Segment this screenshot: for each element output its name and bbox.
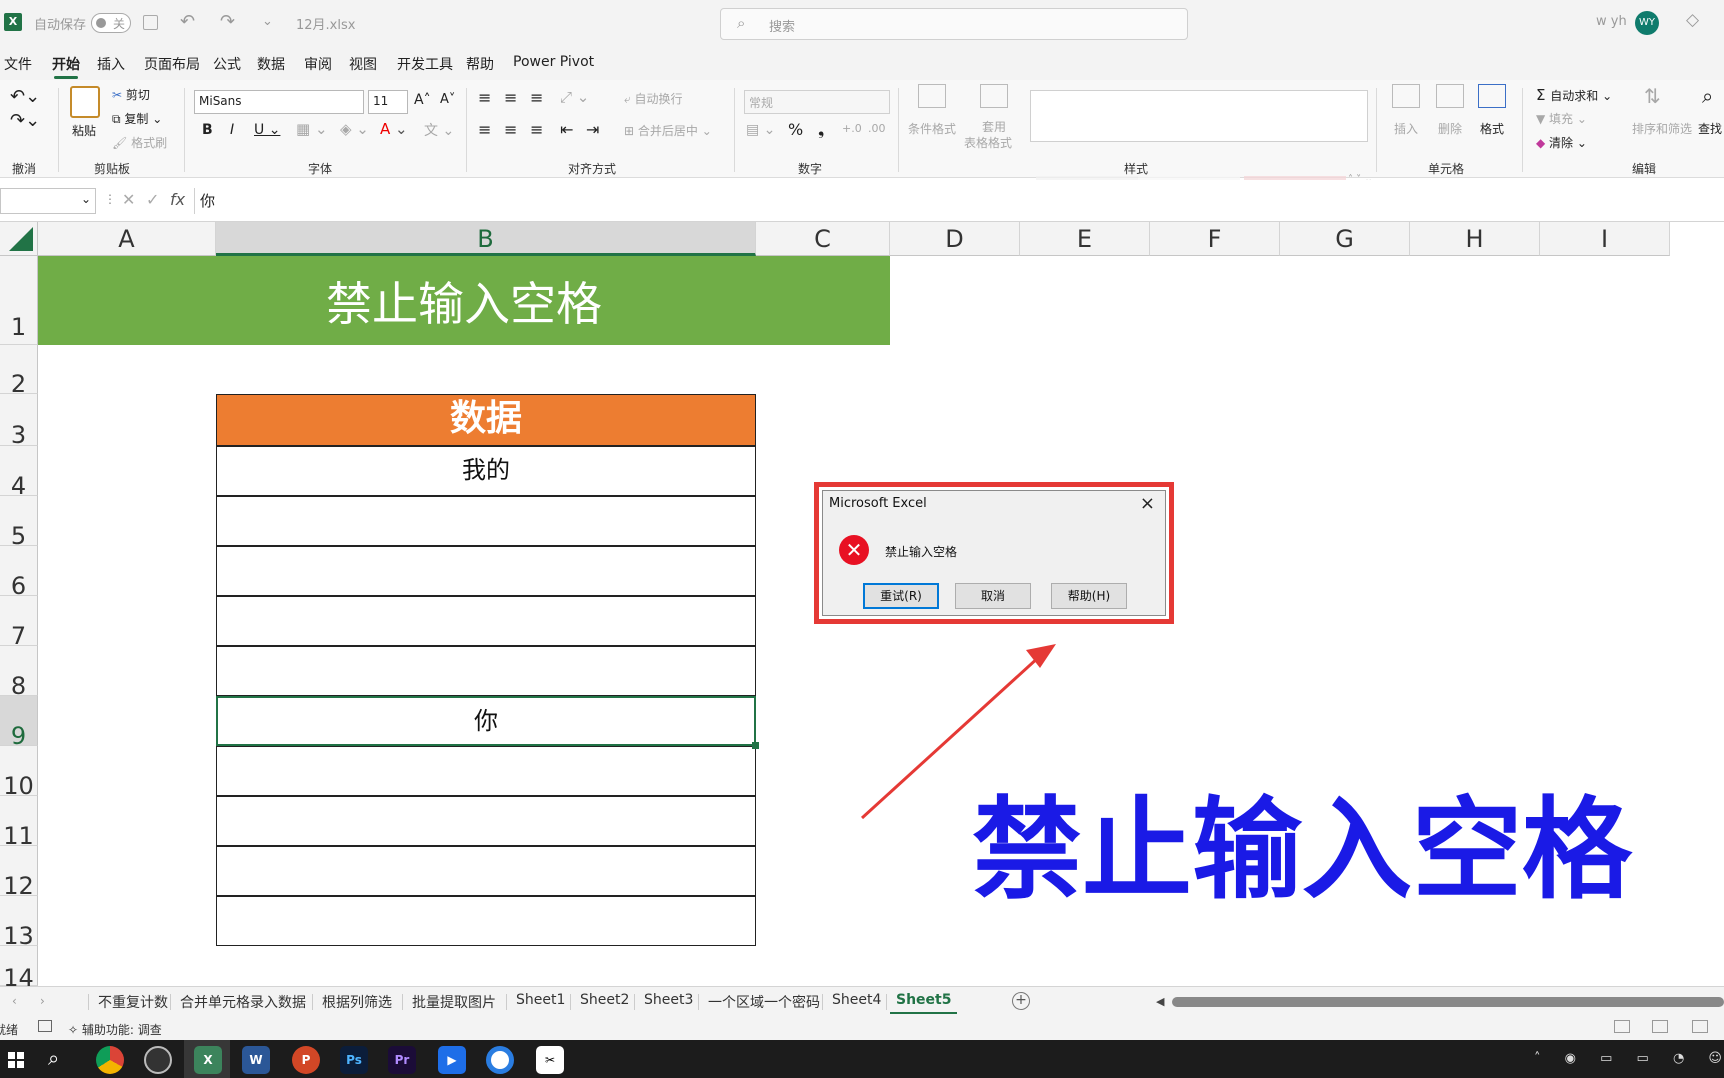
- sheet-tab[interactable]: Sheet4: [832, 992, 881, 1008]
- excel-window: X 自动保存 关 ↶ ↷ ⌄ 12月.xlsx ⌕ 搜索 w yh WY ◇ 文…: [0, 0, 1724, 1078]
- sheet-tab[interactable]: 根据列筛选: [322, 992, 392, 1012]
- dialog-title: Microsoft Excel: [829, 496, 927, 511]
- tab-divider: [822, 994, 823, 1010]
- screen-recorder-icon[interactable]: ▶: [438, 1046, 466, 1074]
- annotation-text: 禁止输入空格: [972, 786, 1632, 914]
- tab-next-icon[interactable]: ›: [40, 994, 45, 1008]
- chrome-icon[interactable]: [96, 1046, 124, 1074]
- macro-record-icon[interactable]: [38, 1020, 52, 1032]
- tab-prev-icon[interactable]: ‹: [12, 994, 17, 1008]
- error-icon: ✕: [839, 535, 869, 565]
- normal-view-icon[interactable]: [1614, 1020, 1630, 1033]
- premiere-icon[interactable]: Pr: [388, 1046, 416, 1074]
- status-ready: 就绪: [0, 1023, 18, 1037]
- word-icon[interactable]: W: [242, 1046, 270, 1074]
- tab-divider: [170, 994, 171, 1010]
- dialog-button[interactable]: 重试(R): [863, 583, 939, 609]
- sheet-tab[interactable]: Sheet3: [644, 992, 693, 1008]
- accessibility-icon: ✧: [68, 1023, 82, 1037]
- windows-start-icon[interactable]: [8, 1052, 24, 1068]
- add-sheet-icon[interactable]: +: [1012, 992, 1030, 1010]
- error-dialog: Microsoft Excel × ✕ 禁止输入空格 重试(R) 取消 帮助(H): [822, 490, 1166, 616]
- tray-icons: ˄ ◉ ▭ ▭ ◔ ☺ ● ◐: [1534, 1051, 1724, 1066]
- accessibility-status[interactable]: ✧ 辅助功能: 调查: [68, 1021, 162, 1038]
- page-break-icon[interactable]: [1692, 1020, 1708, 1033]
- capcut-icon[interactable]: ✂: [536, 1046, 564, 1074]
- photoshop-icon[interactable]: Ps: [340, 1046, 368, 1074]
- tab-divider: [570, 994, 571, 1010]
- accessibility-label: 辅助功能: 调查: [81, 1023, 162, 1037]
- sheet-tab[interactable]: 合并单元格录入数据: [180, 992, 306, 1012]
- scroll-left-icon[interactable]: ◀: [1156, 995, 1164, 1008]
- sheet-tab[interactable]: 一个区域一个密码: [708, 992, 820, 1012]
- tab-divider: [88, 994, 89, 1010]
- tab-divider: [634, 994, 635, 1010]
- tab-divider: [886, 994, 887, 1010]
- dialog-button[interactable]: 取消: [955, 583, 1031, 609]
- horizontal-scrollbar[interactable]: [1172, 997, 1724, 1007]
- excel-active-indicator: [184, 1040, 230, 1078]
- tab-divider: [312, 994, 313, 1010]
- status-bar: [0, 1016, 1724, 1040]
- sheet-tab[interactable]: 批量提取图片: [412, 992, 496, 1012]
- taskbar-search-icon[interactable]: ⌕: [48, 1046, 59, 1070]
- sheet-tab[interactable]: Sheet1: [516, 992, 565, 1008]
- browser-icon[interactable]: [486, 1046, 514, 1074]
- tab-divider: [698, 994, 699, 1010]
- obs-icon[interactable]: [144, 1046, 172, 1074]
- sheet-tab[interactable]: 不重复计数: [98, 992, 168, 1012]
- close-icon[interactable]: ×: [1140, 493, 1155, 514]
- tab-divider: [506, 994, 507, 1010]
- dialog-message: 禁止输入空格: [885, 545, 958, 559]
- sheet-tab[interactable]: Sheet2: [580, 992, 629, 1008]
- powerpoint-icon[interactable]: P: [292, 1046, 320, 1074]
- dialog-button[interactable]: 帮助(H): [1051, 583, 1127, 609]
- tab-divider: [402, 994, 403, 1010]
- page-layout-icon[interactable]: [1652, 1020, 1668, 1033]
- sheet-tab[interactable]: Sheet5: [889, 992, 959, 1014]
